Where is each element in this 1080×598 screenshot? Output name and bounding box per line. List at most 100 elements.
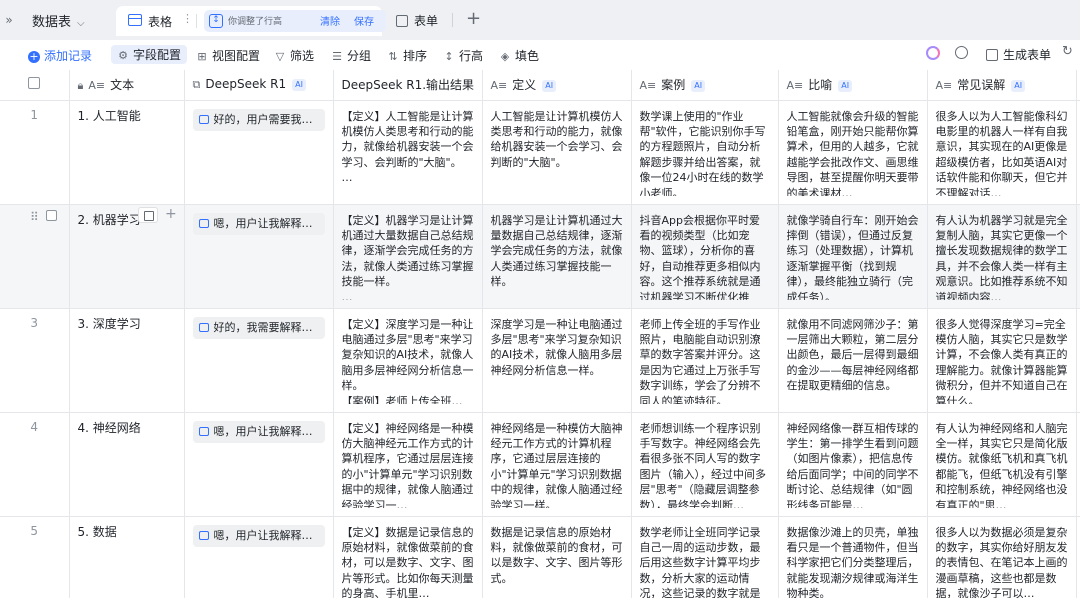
cell-definition[interactable]: 数据是记录信息的原始材料，就像做菜前的食材，可以是数字、文字、图片等形式。: [482, 516, 632, 598]
group-label: 分组: [347, 49, 372, 63]
ai-assistant-icon[interactable]: [926, 46, 940, 60]
cell-misconception[interactable]: 有人认为机器学习就是完全复制人脑，其实它更像一个擅长发现数据规律的数学工具，并不…: [927, 204, 1077, 309]
cell-text[interactable]: 3. 深度学习: [69, 308, 185, 413]
history-icon[interactable]: [955, 46, 968, 59]
cell-definition-text: 深度学习是一种让电脑通过多层"思考"来学习复杂知识的AI技术，就像人脑用多层神经…: [490, 317, 623, 377]
cell-case-text: 数学课上使用的"作业帮"软件，它能识别你手写的方程题照片，自动分析解题步骤并给出…: [639, 109, 766, 196]
row-index: 1: [0, 100, 70, 205]
row-filler: [1076, 100, 1080, 205]
deepseek-tag-label: 嗯，用户让我解释…: [213, 424, 313, 438]
generate-form-button[interactable]: 生成表单: [986, 46, 1051, 63]
deepseek-tag[interactable]: 嗯，用户让我解释…: [192, 524, 325, 547]
add-tab-button[interactable]: +: [466, 8, 481, 29]
table-row[interactable]: 5 5. 数据 嗯，用户让我解释… 【定义】数据是记录信息的原始材料，就像做菜前…: [0, 516, 1080, 598]
cell-case[interactable]: 数学课上使用的"作业帮"软件，它能识别你手写的方程题照片，自动分析解题步骤并给出…: [631, 100, 779, 205]
fill-color-label: 填色: [515, 49, 540, 63]
cell-metaphor[interactable]: 就像学骑自行车：刚开始会摔倒（错误），但通过反复练习（处理数据），计算机逐渐掌握…: [778, 204, 928, 309]
cell-output[interactable]: 【定义】深度学习是一种让电脑通过多层"思考"来学习复杂知识的AI技术，就像人脑用…: [333, 308, 483, 413]
cell-deepseek[interactable]: 嗯，用户让我解释…: [184, 516, 334, 598]
cell-misconception[interactable]: 很多人以为数据必须是复杂的数字，其实你给好朋友发的表情包、在笔记本上画的漫画草稿…: [927, 516, 1077, 598]
deepseek-icon: [198, 530, 209, 540]
cell-metaphor[interactable]: 就像用不同滤网筛沙子：第一层筛出大颗粒，第二层分出颜色，最后一层得到最细的金沙—…: [778, 308, 928, 413]
view-config-button[interactable]: ⊞ 视图配置: [196, 47, 260, 64]
cell-definition[interactable]: 神经网络是一种模仿大脑神经元工作方式的计算机程序，它通过层层连接的小"计算单元"…: [482, 412, 632, 517]
filter-button[interactable]: ▽ 筛选: [274, 47, 314, 64]
drag-handle-icon[interactable]: ⠿: [30, 210, 39, 224]
cell-output[interactable]: 【定义】数据是记录信息的原始材料，就像做菜前的食材，可以是数字、文字、图片等形式…: [333, 516, 483, 598]
group-button[interactable]: ☰ 分组: [331, 47, 371, 64]
column-header-text[interactable]: 🔒︎ A≡ 文本: [69, 70, 185, 101]
cell-misconception[interactable]: 很多人觉得深度学习=完全模仿人脑，其实它只是数学计算，不会像人类有真正的理解能力…: [927, 308, 1077, 413]
table-row[interactable]: 3 3. 深度学习 好的，我需要解释… 【定义】深度学习是一种让电脑通过多层"思…: [0, 308, 1080, 413]
select-all-checkbox[interactable]: [28, 77, 41, 90]
select-all-cell: [0, 70, 70, 101]
deepseek-tag[interactable]: 嗯，用户让我解释…: [192, 420, 325, 443]
cell-case[interactable]: 老师想训练一个程序识别手写数字。神经网络会先看很多张不同人写的数字图片（输入），…: [631, 412, 779, 517]
cell-deepseek[interactable]: 嗯，用户让我解释…: [184, 412, 334, 517]
database-selector[interactable]: 数据表 ⌵: [32, 11, 85, 30]
cell-case[interactable]: 数学老师让全班同学记录自己一周的运动步数，最后用这些数字计算平均步数，分析大家的…: [631, 516, 779, 598]
cell-metaphor[interactable]: 神经网络像一群互相传球的学生：第一排学生看到问题（如图片像素），把信息传给后面同…: [778, 412, 928, 517]
ai-badge: AI: [1011, 80, 1026, 93]
cell-misconception[interactable]: 有人认为神经网络和人脑完全一样，其实它只是简化版模仿。就像纸飞机和真飞机都能飞，…: [927, 412, 1077, 517]
cell-case[interactable]: 老师上传全班的手写作业照片，电脑能自动识别潦草的数字答案并评分。这是因为它通过上…: [631, 308, 779, 413]
fill-color-button[interactable]: ◈ 填色: [499, 47, 539, 64]
table-row[interactable]: 1 1. 人工智能 好的，用户需要我… 【定义】人工智能是让计算机模仿人类思考和…: [0, 100, 1080, 205]
column-header-output[interactable]: DeepSeek R1.输出结果: [333, 70, 483, 101]
deepseek-icon: [198, 426, 209, 436]
save-button[interactable]: 保存: [354, 13, 374, 28]
more-icon[interactable]: ⋮: [182, 12, 193, 25]
cell-misconception-text: 很多人觉得深度学习=完全模仿人脑，其实它只是数学计算，不会像人类有真正的理解能力…: [935, 317, 1068, 404]
tab-table[interactable]: 表格 ⋮ ↕ 你调整了行高 清除 保存: [116, 6, 386, 36]
column-header-case[interactable]: A≡ 案例 AI: [631, 70, 779, 101]
sidebar-toggle-icon[interactable]: »: [0, 10, 18, 30]
field-config-button[interactable]: ⚙ 字段配置: [111, 45, 188, 64]
cell-misconception[interactable]: 很多人以为人工智能像科幻电影里的机器人一样有自我意识，其实现在的AI更像是超级模…: [927, 100, 1077, 205]
cell-deepseek[interactable]: 好的，用户需要我…: [184, 100, 334, 205]
cell-metaphor[interactable]: 人工智能就像会升级的智能铅笔盒，刚开始只能帮你算算术，但用的人越多，它就越能学会…: [778, 100, 928, 205]
row-height-button[interactable]: ↕ 行高: [443, 47, 483, 64]
row-index: 3: [0, 308, 70, 413]
cell-deepseek[interactable]: 嗯，用户让我解释…: [184, 204, 334, 309]
ai-badge: AI: [542, 80, 557, 93]
clear-button[interactable]: 清除: [320, 13, 340, 28]
sort-button[interactable]: ⇅ 排序: [387, 47, 427, 64]
sort-label: 排序: [403, 49, 428, 63]
column-header-deepseek[interactable]: ⧉ DeepSeek R1 AI: [184, 70, 334, 101]
cell-text[interactable]: 4. 神经网络: [69, 412, 185, 517]
column-header-metaphor[interactable]: A≡ 比喻 AI: [778, 70, 928, 101]
cell-output[interactable]: 【定义】神经网络是一种模仿大脑神经元工作方式的计算机程序，它通过层层连接的小"计…: [333, 412, 483, 517]
cell-text[interactable]: 1. 人工智能: [69, 100, 185, 205]
cell-text[interactable]: 5. 数据: [69, 516, 185, 598]
cell-definition[interactable]: 人工智能是让计算机模仿人类思考和行动的能力，就像给机器安装一个会学习、会判断的"…: [482, 100, 632, 205]
deepseek-tag-label: 好的，我需要解释…: [213, 320, 313, 334]
deepseek-tag[interactable]: 嗯，用户让我解释…: [192, 212, 325, 235]
row-index: 4: [0, 412, 70, 517]
tab-form[interactable]: 表单: [396, 12, 438, 29]
cell-metaphor[interactable]: 数据像沙滩上的贝壳，单独看只是一个普通物件，但当科学家把它们分类整理后，就能发现…: [778, 516, 928, 598]
deepseek-tag[interactable]: 好的，用户需要我…: [192, 108, 325, 131]
cell-output[interactable]: 【定义】机器学习是让计算机通过大量数据自己总结规律，逐渐学会完成任务的方法，就像…: [333, 204, 483, 309]
header-filler: [1076, 70, 1080, 101]
row-filler: [1076, 204, 1080, 309]
cell-definition[interactable]: 机器学习是让计算机通过大量数据自己总结规律，逐渐学会完成任务的方法，就像人类通过…: [482, 204, 632, 309]
row-checkbox[interactable]: [46, 210, 57, 221]
cell-definition[interactable]: 深度学习是一种让电脑通过多层"思考"来学习复杂知识的AI技术，就像人脑用多层神经…: [482, 308, 632, 413]
column-header-definition[interactable]: A≡ 定义 AI: [482, 70, 632, 101]
table-row[interactable]: 4 4. 神经网络 嗯，用户让我解释… 【定义】神经网络是一种模仿大脑神经元工作…: [0, 412, 1080, 517]
table-row[interactable]: 2. 机器学习 嗯，用户让我解释… 【定义】机器学习是让计算机通过大量数据自己总…: [0, 204, 1080, 309]
add-row-icon[interactable]: +: [165, 206, 177, 222]
cell-output[interactable]: 【定义】人工智能是让计算机模仿人类思考和行动的能力，就像给机器安装一个会学习、会…: [333, 100, 483, 205]
column-header-misconception[interactable]: A≡ 常见误解 AI: [927, 70, 1077, 101]
cell-case[interactable]: 抖音App会根据你平时爱看的视频类型（比如宠物、篮球），分析你的喜好，自动推荐更…: [631, 204, 779, 309]
refresh-icon[interactable]: ↻: [1062, 44, 1073, 59]
toolbar: + 添加记录 ⚙ 字段配置 ⊞ 视图配置 ▽ 筛选 ☰ 分组 ⇅ 排序 ↕ 行高 ◈ 填色: [0, 40, 1080, 70]
deepseek-tag[interactable]: 好的，我需要解释…: [192, 316, 325, 339]
expand-record-icon[interactable]: [138, 207, 158, 223]
cell-definition-text: 人工智能是让计算机模仿人类思考和行动的能力，就像给机器安装一个会学习、会判断的"…: [490, 109, 623, 169]
add-record-button[interactable]: + 添加记录: [28, 47, 92, 64]
cell-deepseek[interactable]: 好的，我需要解释…: [184, 308, 334, 413]
cell-misconception-text: 有人认为机器学习就是完全复制人脑，其实它更像一个擅长发现数据规律的数学工具，并不…: [935, 213, 1068, 300]
cell-output-text: 【定义】深度学习是一种让电脑通过多层"思考"来学习复杂知识的AI技术，就像人脑用…: [341, 317, 474, 404]
cell-case-text: 老师想训练一个程序识别手写数字。神经网络会先看很多张不同人写的数字图片（输入），…: [639, 421, 767, 508]
